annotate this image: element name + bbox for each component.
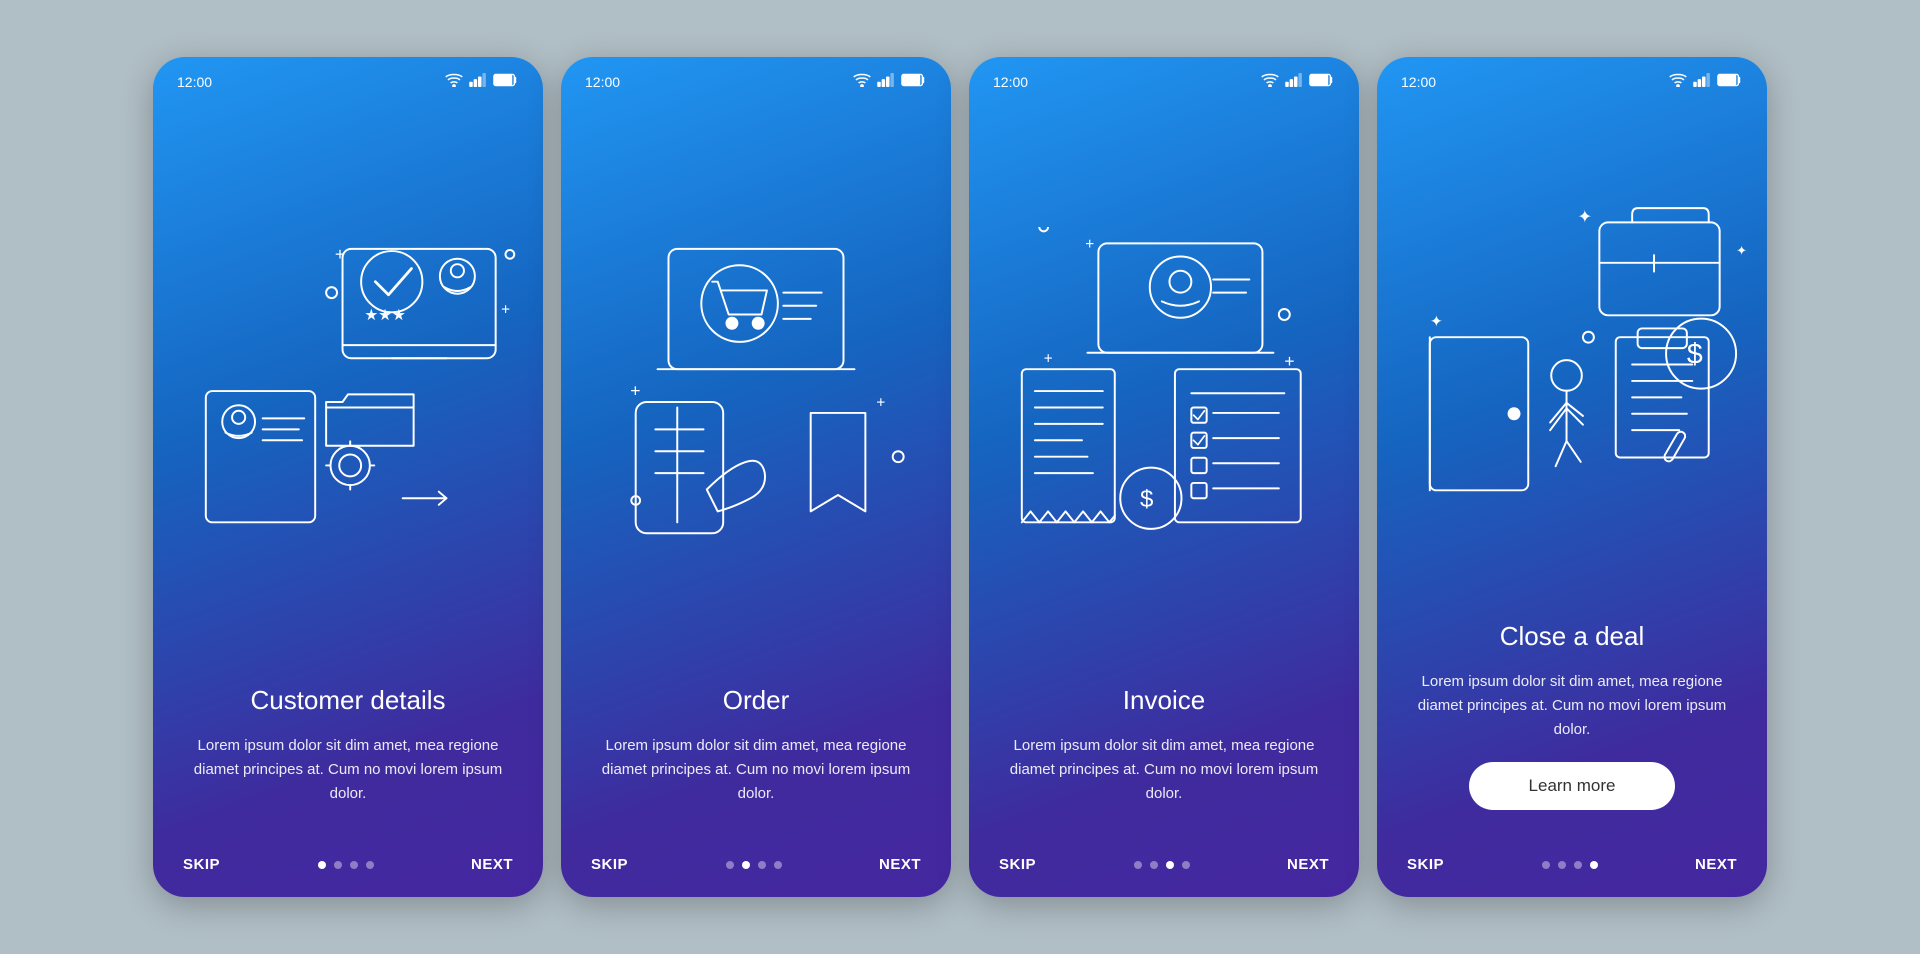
dots-1 [318,861,374,869]
battery-icon-3 [1309,73,1335,90]
illustration-2: + + [561,98,951,685]
content-4: Close a deal Lorem ipsum dolor sit dim a… [1377,621,1767,846]
svg-text:+: + [876,395,885,412]
dot-4-2 [1558,861,1566,869]
wifi-icon-4 [1669,73,1687,90]
svg-text:✦: ✦ [1736,244,1747,259]
description-2: Lorem ipsum dolor sit dim amet, mea regi… [591,734,921,806]
status-bar-2: 12:00 [561,57,951,98]
screen-close-deal: 12:00 [1377,57,1767,897]
dot-3-4 [1182,861,1190,869]
status-icons-1 [445,73,519,90]
wifi-icon-2 [853,73,871,90]
dot-1-3 [350,861,358,869]
svg-text:+: + [335,244,345,264]
signal-icon-4 [1693,73,1711,90]
dots-2 [726,861,782,869]
content-1: Customer details Lorem ipsum dolor sit d… [153,685,543,846]
dot-2-4 [774,861,782,869]
skip-button-4[interactable]: SKIP [1407,856,1444,873]
title-2: Order [591,685,921,716]
dot-4-4 [1590,861,1598,869]
skip-button-3[interactable]: SKIP [999,856,1036,873]
dot-2-1 [726,861,734,869]
nav-4: SKIP NEXT [1377,846,1767,897]
svg-text:$: $ [1140,486,1153,513]
dot-2-2 [742,861,750,869]
status-bar-3: 12:00 [969,57,1359,98]
screen-customer-details: 12:00 [153,57,543,897]
wifi-icon-1 [445,73,463,90]
description-1: Lorem ipsum dolor sit dim amet, mea regi… [183,734,513,806]
dot-1-2 [334,861,342,869]
description-4: Lorem ipsum dolor sit dim amet, mea regi… [1407,670,1737,742]
dot-3-1 [1134,861,1142,869]
signal-icon-1 [469,73,487,90]
dot-2-3 [758,861,766,869]
dot-1-1 [318,861,326,869]
illustration-4: $ [1377,98,1767,621]
title-4: Close a deal [1407,621,1737,652]
svg-text:✦: ✦ [1577,207,1592,227]
dot-3-3 [1166,861,1174,869]
nav-3: SKIP NEXT [969,846,1359,897]
time-4: 12:00 [1401,74,1436,90]
time-2: 12:00 [585,74,620,90]
battery-icon-2 [901,73,927,90]
next-button-1[interactable]: NEXT [471,856,513,873]
dot-4-3 [1574,861,1582,869]
time-1: 12:00 [177,74,212,90]
screen-order: 12:00 [561,57,951,897]
skip-button-1[interactable]: SKIP [183,856,220,873]
illustration-3: $ + + + [969,98,1359,685]
status-icons-3 [1261,73,1335,90]
status-bar-4: 12:00 [1377,57,1767,98]
description-3: Lorem ipsum dolor sit dim amet, mea regi… [999,734,1329,806]
time-3: 12:00 [993,74,1028,90]
content-3: Invoice Lorem ipsum dolor sit dim amet, … [969,685,1359,846]
dots-3 [1134,861,1190,869]
svg-text:+: + [1284,351,1294,371]
content-2: Order Lorem ipsum dolor sit dim amet, me… [561,685,951,846]
nav-2: SKIP NEXT [561,846,951,897]
svg-text:+: + [1044,351,1053,368]
status-bar-1: 12:00 [153,57,543,98]
title-3: Invoice [999,685,1329,716]
status-icons-4 [1669,73,1743,90]
svg-text:$: $ [1687,339,1703,371]
dot-1-4 [366,861,374,869]
svg-text:★★★: ★★★ [364,307,405,324]
status-icons-2 [853,73,927,90]
learn-more-button[interactable]: Learn more [1469,762,1676,810]
svg-text:✦: ✦ [1430,314,1443,331]
screens-container: 12:00 [113,17,1807,937]
dot-3-2 [1150,861,1158,869]
dots-4 [1542,861,1598,869]
signal-icon-2 [877,73,895,90]
signal-icon-3 [1285,73,1303,90]
wifi-icon-3 [1261,73,1279,90]
next-button-4[interactable]: NEXT [1695,856,1737,873]
nav-1: SKIP NEXT [153,846,543,897]
battery-icon-4 [1717,73,1743,90]
dot-4-1 [1542,861,1550,869]
svg-text:+: + [501,302,510,319]
skip-button-2[interactable]: SKIP [591,856,628,873]
screen-invoice: 12:00 [969,57,1359,897]
next-button-3[interactable]: NEXT [1287,856,1329,873]
svg-text:+: + [630,381,640,401]
svg-text:+: + [1085,236,1094,253]
battery-icon-1 [493,73,519,90]
title-1: Customer details [183,685,513,716]
illustration-1: ★★★ + + [153,98,543,685]
next-button-2[interactable]: NEXT [879,856,921,873]
